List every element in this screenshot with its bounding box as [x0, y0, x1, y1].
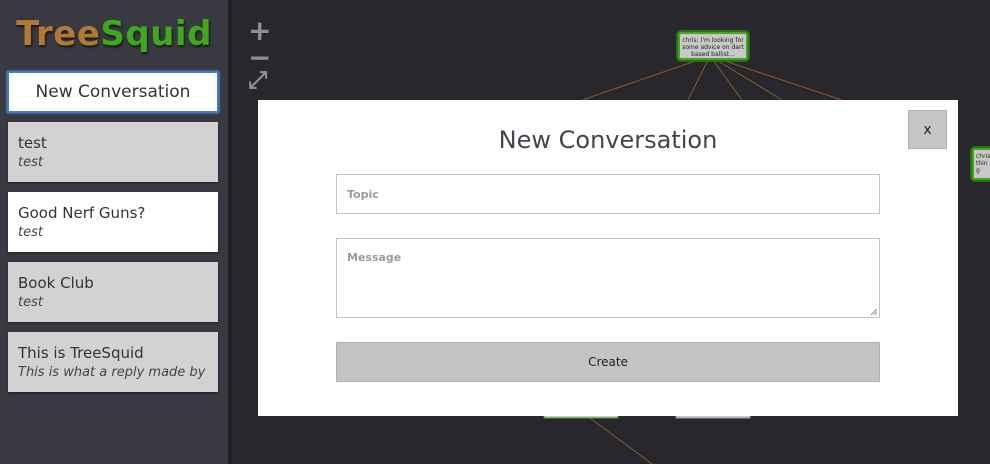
- topic-placeholder: Topic: [347, 188, 379, 201]
- conversation-subtitle: test: [18, 155, 43, 170]
- message-placeholder: Message: [347, 251, 402, 264]
- conversation-title: This is TreeSquid: [18, 344, 144, 362]
- graph-node[interactable]: chris thin g: [972, 148, 990, 180]
- graph-node-text: chris thin g: [976, 153, 990, 174]
- conversation-subtitle: test: [18, 225, 43, 240]
- conversation-list: test test Good Nerf Guns? test Book Club…: [8, 122, 218, 402]
- conversation-item[interactable]: This is TreeSquid This is what a reply m…: [8, 332, 218, 392]
- graph-node[interactable]: chris: I'm looking for some advice on da…: [678, 32, 748, 60]
- new-conversation-button[interactable]: New Conversation: [7, 71, 219, 113]
- graph-edge: [709, 55, 783, 101]
- conversation-title: Book Club: [18, 274, 94, 292]
- conversation-subtitle: This is what a reply made by: [18, 365, 206, 380]
- sidebar: TreeSquid New Conversation test test Goo…: [0, 0, 228, 464]
- conversation-item-active[interactable]: Good Nerf Guns? test: [8, 192, 218, 252]
- conversation-item[interactable]: test test: [8, 122, 218, 182]
- conversation-title: test: [18, 134, 47, 152]
- app-logo[interactable]: TreeSquid: [0, 14, 228, 54]
- conversation-subtitle: test: [18, 295, 43, 310]
- fullscreen-icon[interactable]: ⤢: [248, 68, 267, 92]
- conversation-item[interactable]: Book Club test: [8, 262, 218, 322]
- resize-handle-icon[interactable]: [870, 308, 877, 315]
- graph-edge: [589, 417, 653, 464]
- topic-input[interactable]: Topic: [336, 174, 880, 214]
- graph-node-text: chris: I'm looking for some advice on da…: [682, 37, 744, 58]
- new-conversation-modal: x New Conversation Topic Message Create: [258, 100, 958, 416]
- graph-edge: [709, 55, 743, 101]
- logo-tree-text: Tree: [16, 14, 101, 54]
- conversation-title: Good Nerf Guns?: [18, 204, 146, 222]
- create-button[interactable]: Create: [336, 342, 880, 382]
- message-textarea[interactable]: Message: [336, 238, 880, 318]
- logo-squid-text: Squid: [100, 14, 212, 54]
- graph-edge: [709, 55, 843, 101]
- modal-title: New Conversation: [498, 126, 718, 154]
